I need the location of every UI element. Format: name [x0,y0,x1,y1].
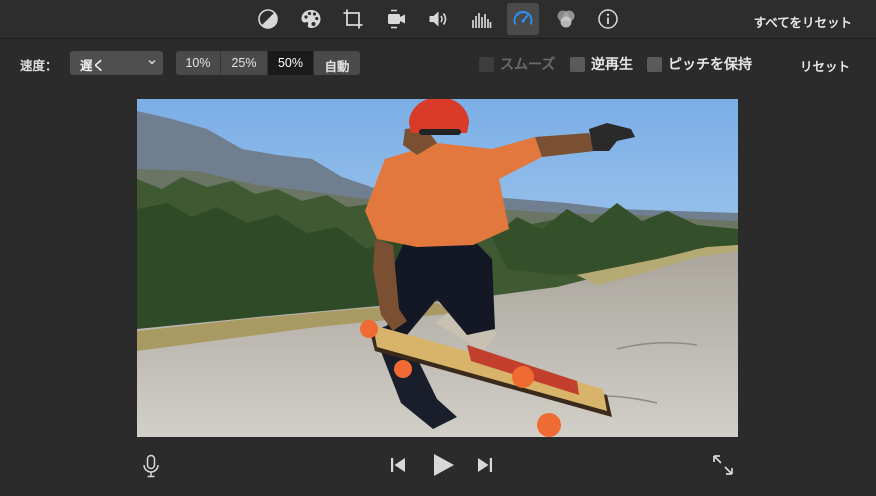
clip-filter-icon [557,10,574,28]
chevron-down-icon [148,60,156,65]
speed-select[interactable]: 遅く [70,51,163,75]
preserve-pitch-label: ピッチを保持 [668,56,752,72]
color-correction-button[interactable] [295,3,327,35]
preserve-pitch-checkbox[interactable]: ピッチを保持 [647,54,752,74]
tool-icons [252,3,635,35]
preserve-pitch-checkbox-box[interactable] [647,56,662,72]
preset-25-button[interactable]: 25% [221,51,268,75]
smooth-checkbox[interactable]: スムーズ [479,54,555,74]
speed-controls: 速度： 遅く 10% 25% 50% 自動 スムーズ 逆再生 ピッチを保持 リセ… [0,39,876,87]
color-balance-icon [258,9,278,29]
clip-filter-button[interactable] [550,3,582,35]
crop-button[interactable] [337,3,369,35]
noise-reduction-icon [471,13,491,28]
info-icon [598,9,618,29]
volume-button[interactable] [422,3,454,35]
reset-all-button[interactable]: すべてをリセット [754,12,852,31]
reverse-checkbox[interactable]: 逆再生 [570,54,633,74]
info-button[interactable] [592,3,624,35]
video-viewer[interactable] [137,99,738,437]
speed-select-value: 遅く [80,59,106,73]
microphone-icon[interactable] [141,454,161,478]
preset-auto-button[interactable]: 自動 [314,51,360,75]
volume-icon [429,11,447,27]
crop-icon [343,9,363,29]
adjustments-toolbar: すべてをリセット [0,0,876,38]
reset-button[interactable]: リセット [800,56,850,75]
speed-preset-group: 10% 25% 50% 自動 [176,51,360,75]
stabilization-icon [387,9,405,29]
next-icon[interactable] [476,456,494,474]
video-frame-image [137,99,738,437]
smooth-checkbox-box[interactable] [479,56,494,72]
color-correction-icon [301,10,320,28]
speed-label: 速度： [20,59,58,73]
speed-icon [513,11,533,25]
preset-50-button[interactable]: 50% [268,51,314,75]
preset-10-button[interactable]: 10% [176,51,221,75]
play-icon[interactable] [430,452,456,478]
noise-reduction-button[interactable] [465,3,497,35]
fullscreen-icon[interactable] [712,454,734,476]
color-balance-button[interactable] [252,3,284,35]
stabilization-button[interactable] [380,3,412,35]
reverse-label: 逆再生 [591,56,633,72]
speed-button[interactable] [507,3,539,35]
reverse-checkbox-box[interactable] [570,56,585,72]
smooth-label: スムーズ [500,56,556,72]
previous-icon[interactable] [389,456,407,474]
